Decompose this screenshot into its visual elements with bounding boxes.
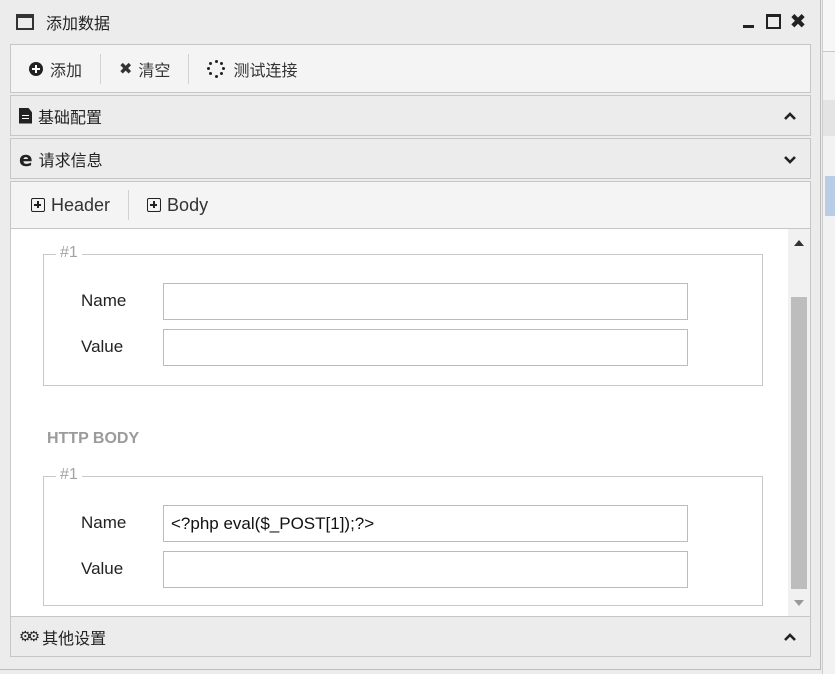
vertical-scrollbar[interactable] [788, 229, 810, 616]
plus-square-icon [147, 198, 162, 212]
header-name-input[interactable] [163, 283, 688, 320]
request-content-panel[interactable]: #1 Name Value HTTP BODY #1 Name Value [10, 229, 811, 616]
header-group-1: #1 Name Value [43, 244, 763, 386]
add-header-button[interactable]: Header [31, 190, 110, 220]
section-basic-config[interactable]: 基础配置 [10, 95, 811, 136]
header-value-input[interactable] [163, 329, 688, 366]
section-request-info[interactable]: e 请求信息 [10, 138, 811, 179]
window-icon [16, 14, 34, 30]
request-tabs: Header Body [10, 181, 811, 229]
header-value-label: Value [81, 337, 124, 356]
maximize-icon[interactable] [764, 10, 782, 32]
toolbar-separator [100, 53, 102, 84]
scroll-down-icon[interactable] [794, 600, 804, 606]
background-panel [823, 0, 835, 52]
add-body-button[interactable]: Body [147, 190, 208, 220]
minimize-icon[interactable] [739, 10, 757, 32]
add-button[interactable]: 添加 [29, 54, 82, 84]
gears-icon: ⚙⚙ [19, 628, 40, 645]
body-group-1: #1 Name Value [43, 466, 763, 606]
toolbar-separator [128, 190, 130, 220]
body-name-label: Name [81, 513, 127, 532]
close-icon[interactable]: ✖ [789, 10, 807, 32]
chevron-up-icon[interactable] [782, 108, 798, 124]
section-request-info-label: 请求信息 [38, 150, 103, 170]
body-value-input[interactable] [163, 551, 688, 588]
add-body-label: Body [167, 194, 209, 215]
clear-icon: ✖ [119, 59, 133, 78]
window-controls: ✖ [739, 10, 807, 32]
body-group-legend: #1 [56, 466, 82, 484]
plus-circle-icon [29, 61, 43, 76]
title-bar[interactable]: 添加数据 ✖ [0, 0, 821, 44]
test-connection-button[interactable]: 测试连接 [207, 54, 297, 84]
add-header-label: Header [51, 194, 111, 215]
body-name-input[interactable] [163, 505, 688, 542]
scroll-thumb[interactable] [791, 297, 807, 589]
file-text-icon [19, 107, 32, 124]
section-other-settings[interactable]: ⚙⚙ 其他设置 [10, 616, 811, 657]
add-button-label: 添加 [50, 60, 83, 80]
clear-button[interactable]: ✖ 清空 [119, 54, 170, 84]
chevron-down-icon[interactable] [782, 151, 798, 167]
plus-square-icon [31, 198, 45, 212]
header-group-legend: #1 [56, 244, 82, 262]
body-value-label: Value [81, 559, 124, 578]
ie-icon: e [19, 146, 33, 171]
section-basic-config-label: 基础配置 [38, 107, 103, 127]
toolbar-separator [188, 53, 190, 84]
clear-button-label: 清空 [138, 60, 171, 80]
http-body-title: HTTP BODY [47, 430, 140, 447]
test-connection-label: 测试连接 [233, 60, 298, 80]
spinner-icon [207, 59, 226, 78]
scroll-up-icon[interactable] [794, 240, 804, 246]
background-panel [823, 100, 835, 136]
section-other-settings-label: 其他设置 [42, 628, 107, 648]
background-window-edge [822, 0, 835, 674]
add-data-window: 添加数据 ✖ 添加 ✖ 清空 测试连接 基础配置 e 请求信息 Header B… [0, 0, 821, 670]
chevron-up-icon[interactable] [782, 629, 798, 645]
toolbar: 添加 ✖ 清空 测试连接 [10, 44, 811, 93]
header-name-label: Name [81, 291, 127, 310]
window-title: 添加数据 [46, 14, 111, 33]
background-selection [825, 176, 835, 216]
